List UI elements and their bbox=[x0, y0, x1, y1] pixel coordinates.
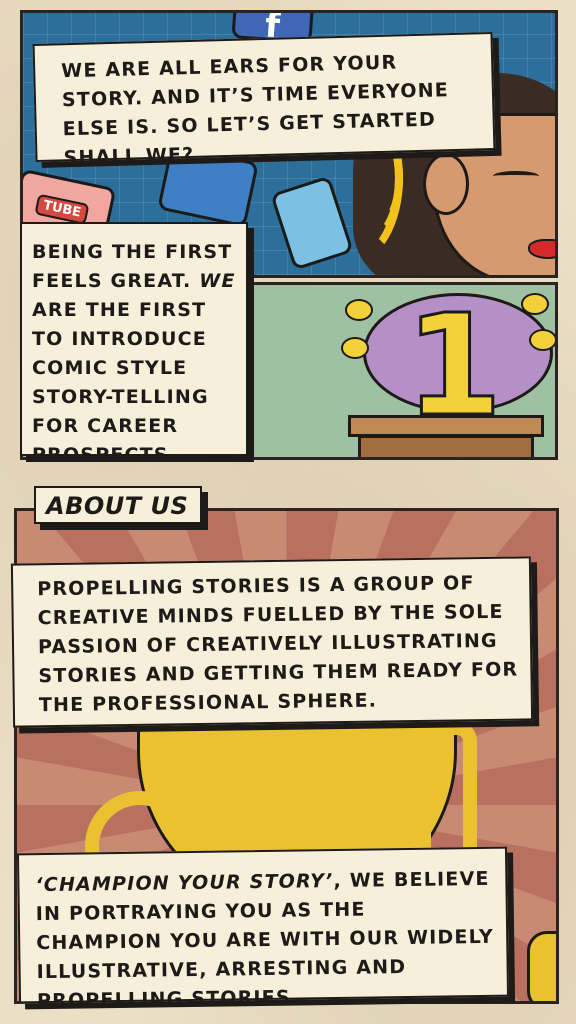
trophy-corner bbox=[527, 931, 556, 1001]
caption-all-ears-text: We are all ears for your story. And it’s… bbox=[60, 51, 450, 170]
champion-text: ‘Champion your story’, we believe in por… bbox=[35, 865, 495, 1016]
sparkle-icon bbox=[521, 293, 549, 315]
sparkle-icon bbox=[529, 329, 555, 351]
sparkle-icon bbox=[345, 299, 373, 321]
youtube-label: TUBE bbox=[34, 193, 90, 226]
about-us-heading: About Us bbox=[34, 486, 203, 524]
woman-eye bbox=[493, 171, 539, 181]
caption-first-emphasis: We bbox=[199, 270, 236, 292]
caption-champion: ‘Champion your story’, we believe in por… bbox=[16, 846, 510, 1012]
caption-being-first: Being the first feels great. We are the … bbox=[20, 222, 248, 466]
caption-about-description: Propelling Stories is a group of creativ… bbox=[10, 556, 534, 728]
about-us-heading-text: About Us bbox=[46, 492, 189, 520]
caption-being-first-text: Being the first feels great. We are the … bbox=[32, 238, 238, 470]
champion-emphasis: ‘Champion your story’ bbox=[35, 870, 334, 897]
caption-first-rest: are the first to introduce comic style s… bbox=[32, 299, 209, 466]
caption-all-ears: We are all ears for your story. And it’s… bbox=[32, 31, 496, 169]
sparkle-icon bbox=[341, 337, 369, 359]
number-one-trophy: 1 bbox=[403, 285, 503, 450]
about-description-text: Propelling Stories is a group of creativ… bbox=[37, 572, 519, 717]
